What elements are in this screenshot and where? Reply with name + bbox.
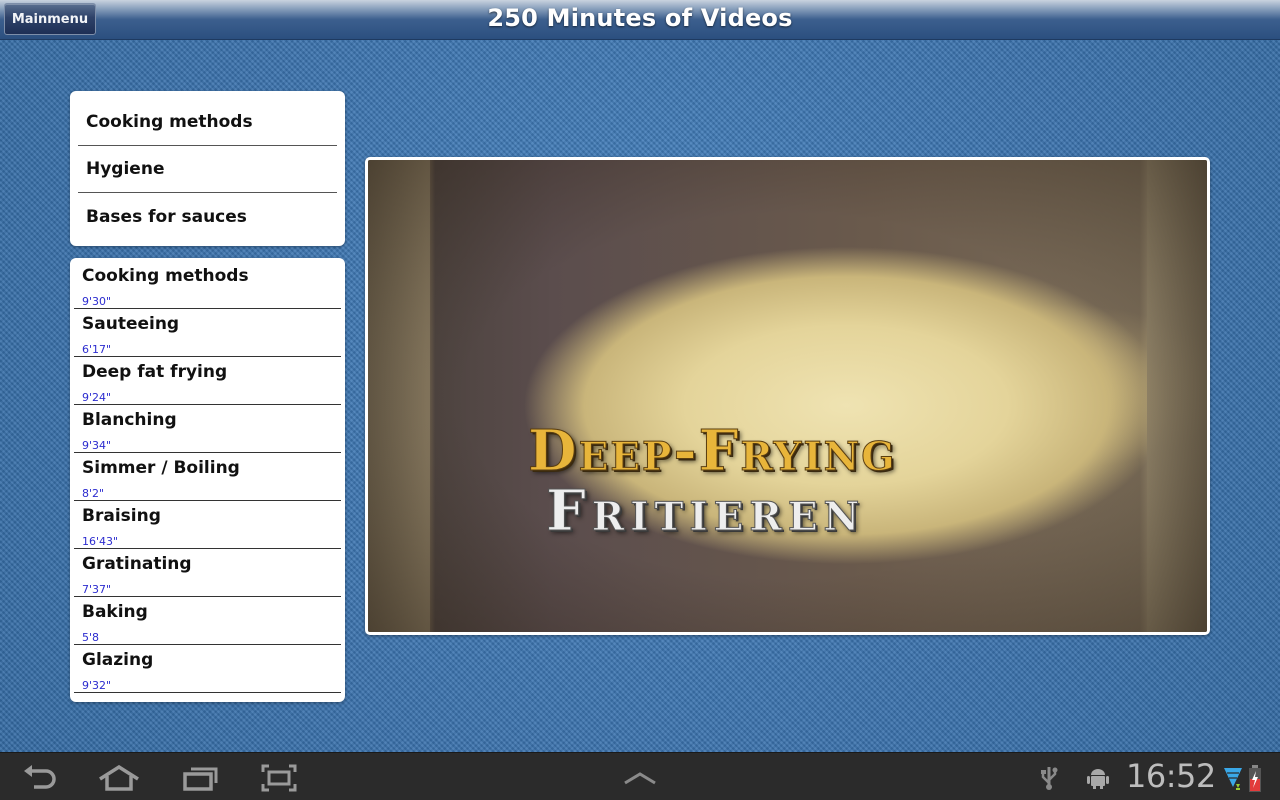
chevron-up-icon: [624, 772, 656, 785]
recent-apps-icon: [183, 767, 218, 791]
video-duration: 9'32": [82, 679, 112, 692]
category-list: Cooking methods Hygiene Bases for sauces: [70, 91, 345, 246]
screenshot-button[interactable]: [254, 761, 304, 795]
recent-apps-button[interactable]: [176, 761, 226, 795]
video-list-item[interactable]: Glazing 9'32": [74, 645, 341, 693]
video-title: Glazing: [82, 650, 154, 670]
video-duration: 5'8: [82, 631, 100, 644]
page-title: 250 Minutes of Videos: [487, 4, 793, 32]
category-label: Cooking methods: [86, 112, 253, 132]
category-item-cooking-methods[interactable]: Cooking methods: [78, 91, 337, 146]
battery-charging-icon: [1249, 765, 1261, 792]
screenshot-icon: [261, 764, 297, 792]
status-clock: 16:52: [1126, 757, 1216, 795]
video-title: Cooking methods: [82, 266, 249, 286]
video-duration: 9'24": [82, 391, 112, 404]
system-navigation-bar: 16:52: [0, 752, 1280, 800]
video-list: Cooking methods 9'30" Sauteeing 6'17" De…: [70, 258, 345, 702]
video-list-item[interactable]: Simmer / Boiling 8'2": [74, 453, 341, 501]
video-list-item[interactable]: Braising 16'43": [74, 501, 341, 549]
video-title: Deep fat frying: [82, 362, 228, 382]
wifi-status: [1224, 767, 1244, 791]
video-overlay-title: Deep-Frying: [528, 418, 897, 485]
video-list-item[interactable]: Gratinating 7'37": [74, 549, 341, 597]
usb-icon: [1041, 767, 1058, 790]
category-label: Bases for sauces: [86, 206, 247, 227]
video-duration: 8'2": [82, 487, 105, 500]
video-duration: 7'37": [82, 583, 112, 596]
video-list-item[interactable]: Sauteeing 6'17": [74, 309, 341, 357]
usb-status: [1040, 765, 1058, 791]
video-list-item[interactable]: Blanching 9'34": [74, 405, 341, 453]
video-list-item[interactable]: Baking 5'8: [74, 597, 341, 645]
expand-button[interactable]: [615, 761, 665, 795]
video-list-item[interactable]: Deep fat frying 9'24": [74, 357, 341, 405]
category-item-bases-for-sauces[interactable]: Bases for sauces: [78, 193, 337, 240]
video-title: Gratinating: [82, 554, 192, 574]
video-duration: 16'43": [82, 535, 119, 548]
video-title: Braising: [82, 506, 161, 526]
video-title: Sauteeing: [82, 314, 180, 334]
back-button[interactable]: [15, 761, 65, 795]
video-overlay-subtitle: Fritieren: [545, 478, 866, 545]
video-vignette: [368, 160, 1207, 632]
android-debug-icon: [1087, 769, 1109, 789]
battery-status: [1248, 765, 1262, 793]
video-title: Blanching: [82, 410, 177, 430]
video-title: Simmer / Boiling: [82, 458, 240, 478]
video-title: Baking: [82, 602, 148, 622]
video-duration: 6'17": [82, 343, 112, 356]
category-label: Hygiene: [86, 159, 165, 179]
home-icon: [99, 765, 139, 791]
video-player[interactable]: Deep-Frying Fritieren: [365, 157, 1210, 635]
wifi-icon: [1224, 768, 1242, 790]
video-list-item[interactable]: Cooking methods 9'30": [74, 261, 341, 309]
home-button[interactable]: [94, 761, 144, 795]
category-item-hygiene[interactable]: Hygiene: [78, 146, 337, 193]
video-duration: 9'34": [82, 439, 112, 452]
action-bar: Mainmenu 250 Minutes of Videos: [0, 0, 1280, 40]
video-duration: 9'30": [82, 295, 112, 308]
android-debug-status: [1086, 767, 1110, 789]
back-icon: [24, 765, 56, 789]
video-frame-image[interactable]: Deep-Frying Fritieren: [368, 160, 1207, 632]
